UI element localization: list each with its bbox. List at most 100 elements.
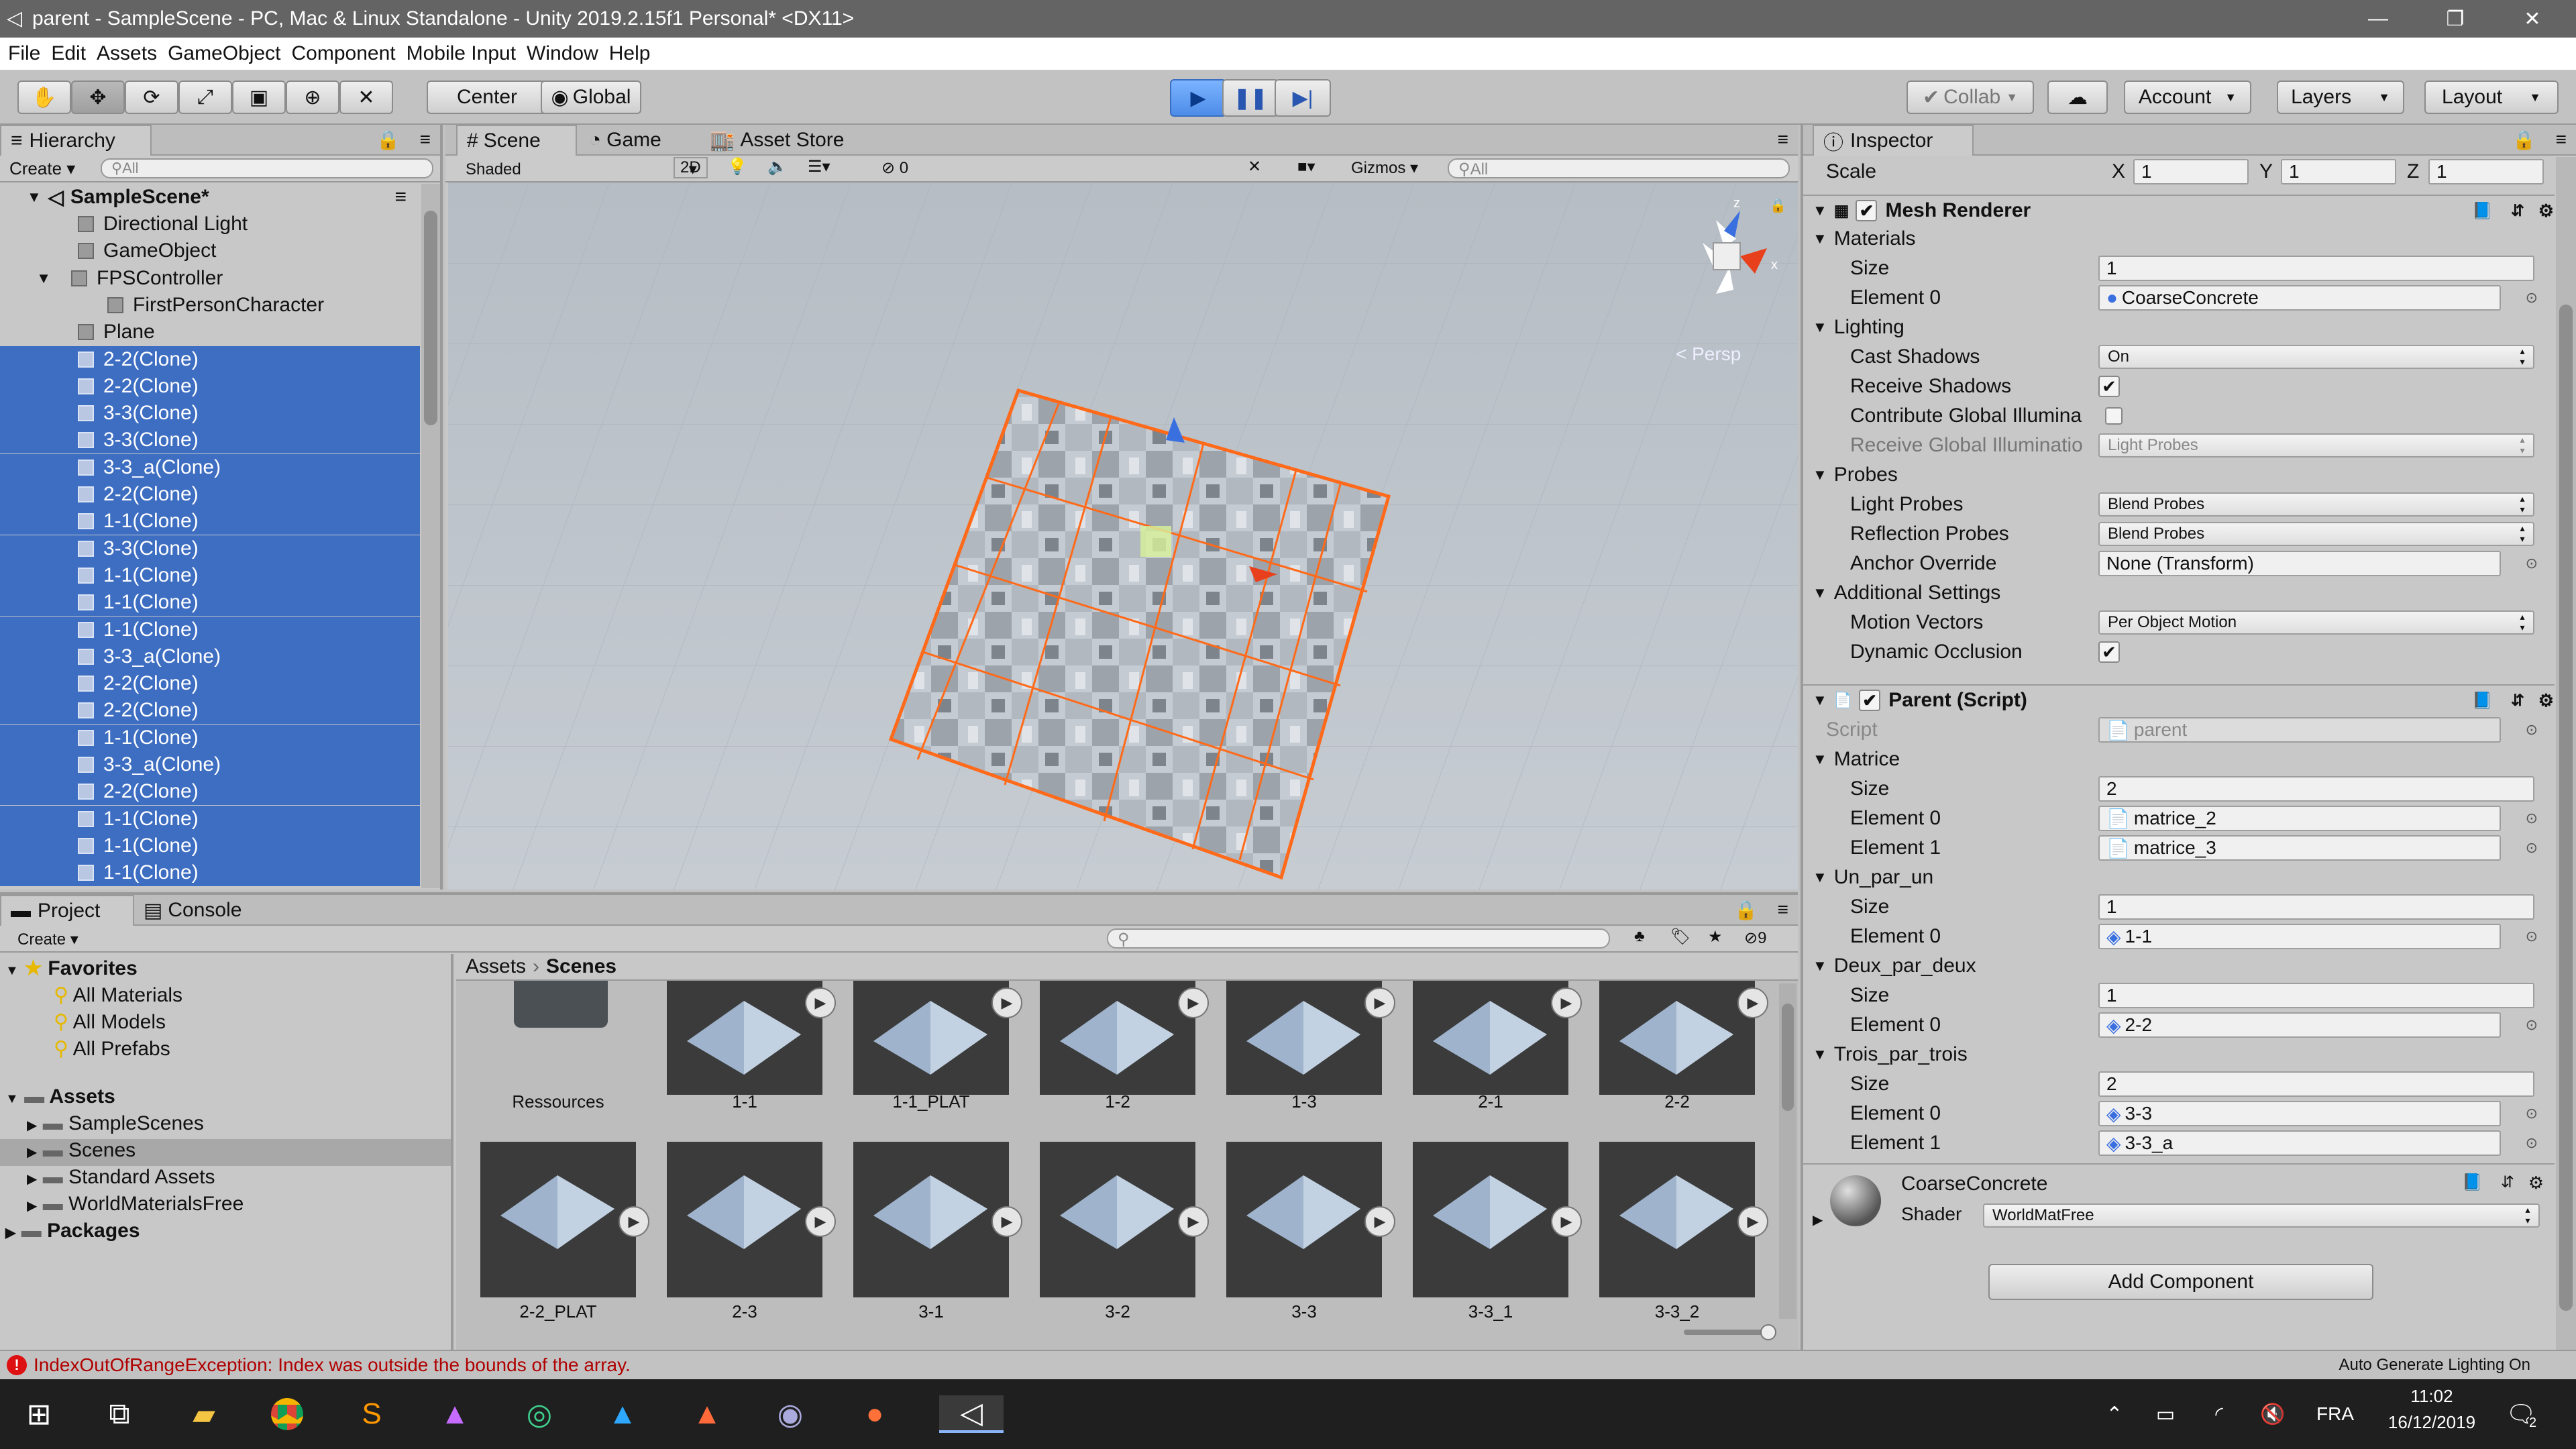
hierarchy-scrollbar[interactable] xyxy=(421,184,440,888)
lighting-foldout[interactable]: Lighting xyxy=(1834,316,1904,339)
favorites-row[interactable]: ▼ ★ Favorites xyxy=(5,957,138,980)
play-icon[interactable]: ▶ xyxy=(1551,1206,1582,1237)
matrice-element1-field[interactable]: 📄 matrice_3 xyxy=(2098,835,2501,861)
help-book-icon[interactable]: 📘 xyxy=(2472,201,2492,221)
project-create-dropdown[interactable]: Create ▾ xyxy=(17,930,78,949)
expand-arrow-icon[interactable]: ▼ xyxy=(27,189,42,206)
object-picker-icon[interactable]: ⊙ xyxy=(2526,928,2538,945)
play-icon[interactable]: ▶ xyxy=(1364,1206,1395,1237)
tab-inspector[interactable]: ⓘ Inspector xyxy=(1813,125,1974,156)
menu-edit[interactable]: Edit xyxy=(51,42,86,65)
language-indicator[interactable]: FRA xyxy=(2312,1395,2359,1433)
expand-arrow-icon[interactable]: ▼ xyxy=(0,270,58,287)
affinity-publisher-icon[interactable]: ▲ xyxy=(688,1395,726,1433)
status-bar[interactable]: ! IndexOutOfRangeException: Index was ou… xyxy=(0,1350,2576,1379)
object-picker-icon[interactable]: ⊙ xyxy=(2526,1016,2538,1034)
presets-icon[interactable]: ⇵ xyxy=(2511,691,2524,710)
menu-gameobject[interactable]: GameObject xyxy=(168,42,280,65)
error-message[interactable]: IndexOutOfRangeException: Index was outs… xyxy=(34,1354,631,1376)
breadcrumb-assets[interactable]: Assets xyxy=(466,955,526,978)
prefab-asset[interactable] xyxy=(1413,981,1568,1095)
collapse-arrow-icon[interactable]: ▼ xyxy=(1813,957,1827,975)
hierarchy-item[interactable]: 1-1(Clone) xyxy=(0,561,420,589)
hidden-objects-toggle[interactable]: ⊘ 0 xyxy=(881,158,908,178)
play-icon[interactable]: ▶ xyxy=(805,987,836,1018)
gear-icon[interactable]: ⚙ xyxy=(2538,690,2554,711)
chrome-icon[interactable] xyxy=(268,1395,306,1433)
gear-icon[interactable]: ⚙ xyxy=(2538,201,2554,221)
folder-standard-assets[interactable]: ▶ ▬ Standard Assets xyxy=(27,1166,215,1189)
scene-search-input[interactable]: ⚲All xyxy=(1448,158,1790,178)
project-search-input[interactable]: ⚲ xyxy=(1107,928,1610,949)
object-picker-icon[interactable]: ⊙ xyxy=(2526,839,2538,857)
object-picker-icon[interactable]: ⊙ xyxy=(2526,289,2538,307)
matrice-size-field[interactable]: 2 xyxy=(2098,776,2534,802)
prefab-asset[interactable] xyxy=(1599,981,1755,1095)
un-size-field[interactable]: 1 xyxy=(2098,894,2534,920)
rotate-tool-button[interactable]: ⟳ xyxy=(125,80,178,114)
lock-icon[interactable]: 🔒 xyxy=(1734,899,1758,921)
play-button[interactable]: ▶ xyxy=(1170,79,1226,117)
scene-menu-icon[interactable]: ≡ xyxy=(394,186,407,209)
hierarchy-item[interactable]: 3-3_a(Clone) xyxy=(0,643,420,670)
hierarchy-item[interactable]: ▼ FPSController xyxy=(0,265,420,292)
add-component-button[interactable]: Add Component xyxy=(1988,1264,2373,1300)
collapse-arrow-icon[interactable]: ▼ xyxy=(1813,751,1827,768)
tab-asset-store[interactable]: 🏬 Asset Store xyxy=(700,125,853,156)
affinity-designer-icon[interactable]: ▲ xyxy=(604,1395,641,1433)
menu-component[interactable]: Component xyxy=(291,42,395,65)
fav-all-materials[interactable]: ⚲ All Materials xyxy=(54,983,182,1007)
file-explorer-icon[interactable]: ▰ xyxy=(185,1395,223,1433)
prefab-asset[interactable] xyxy=(1226,981,1382,1095)
panel-menu-icon[interactable]: ≡ xyxy=(420,129,431,150)
hierarchy-item[interactable]: 2-2(Clone) xyxy=(0,345,420,373)
mesh-renderer-enabled-checkbox[interactable]: ✔ xyxy=(1856,200,1878,221)
volume-muted-icon[interactable]: 🔇 xyxy=(2254,1395,2292,1433)
hierarchy-item[interactable]: 2-2(Clone) xyxy=(0,697,420,724)
hierarchy-item[interactable]: 1-1(Clone) xyxy=(0,859,420,887)
trois-size-field[interactable]: 2 xyxy=(2098,1071,2534,1097)
packages-row[interactable]: ▶ ▬ Packages xyxy=(5,1220,140,1242)
play-icon[interactable]: ▶ xyxy=(1737,1206,1768,1237)
cinema4d-icon[interactable]: ◉ xyxy=(771,1395,809,1433)
play-icon[interactable]: ▶ xyxy=(805,1206,836,1237)
prefab-asset[interactable] xyxy=(667,1142,822,1297)
help-book-icon[interactable]: 📘 xyxy=(2462,1173,2482,1192)
anchor-override-field[interactable]: None (Transform) xyxy=(2098,551,2501,576)
windows-start-icon[interactable]: ⊞ xyxy=(20,1395,58,1433)
prefab-asset[interactable] xyxy=(1040,981,1195,1095)
tab-hierarchy[interactable]: ≡ Hierarchy xyxy=(0,125,152,156)
tray-arrow-icon[interactable]: ⌃ xyxy=(2096,1395,2133,1433)
hierarchy-item[interactable]: 1-1(Clone) xyxy=(0,589,420,616)
hierarchy-item[interactable]: 3-3(Clone) xyxy=(0,427,420,454)
close-button[interactable]: ✕ xyxy=(2496,0,2569,38)
firefox-icon[interactable]: ● xyxy=(856,1395,894,1433)
minimize-button[interactable]: — xyxy=(2341,0,2415,38)
deux-size-field[interactable]: 1 xyxy=(2098,983,2534,1008)
matrice-element0-field[interactable]: 📄 matrice_2 xyxy=(2098,806,2501,831)
tab-project[interactable]: ▬ Project xyxy=(0,895,134,926)
favorite-star-icon[interactable]: ★ xyxy=(1708,927,1723,947)
mesh-renderer-header[interactable]: ▼ ▦ ✔ Mesh Renderer 📘 ⇵ ⚙ xyxy=(1803,195,2555,225)
hidden-packages-toggle[interactable]: ⊘9 xyxy=(1744,928,1766,948)
hierarchy-item[interactable]: 3-3_a(Clone) xyxy=(0,751,420,778)
prefab-asset[interactable] xyxy=(853,981,1009,1095)
dynamic-occlusion-checkbox[interactable]: ✔ xyxy=(2098,641,2120,663)
move-tool-button[interactable]: ✥ xyxy=(71,80,125,114)
trois-par-trois-foldout[interactable]: Trois_par_trois xyxy=(1834,1043,1968,1066)
collapse-arrow-icon[interactable]: ▼ xyxy=(1813,869,1827,886)
transform-tool-button[interactable]: ⊕ xyxy=(286,80,339,114)
collapse-arrow-icon[interactable]: ▼ xyxy=(1813,1046,1827,1063)
hierarchy-item[interactable]: 1-1(Clone) xyxy=(0,805,420,833)
fav-all-prefabs[interactable]: ⚲ All Prefabs xyxy=(54,1037,170,1061)
affinity-photo-icon[interactable]: ▲ xyxy=(436,1395,474,1433)
icon-size-slider[interactable] xyxy=(1684,1324,1776,1340)
menu-assets[interactable]: Assets xyxy=(97,42,157,65)
play-icon[interactable]: ▶ xyxy=(1737,987,1768,1018)
tools-icon[interactable]: ✕ xyxy=(1248,157,1261,176)
tab-console[interactable]: ▤ Console xyxy=(134,895,251,926)
task-view-icon[interactable]: ⧉ xyxy=(101,1395,138,1433)
collapse-arrow-icon[interactable]: ▼ xyxy=(1813,202,1827,219)
hierarchy-item[interactable]: FirstPersonCharacter xyxy=(0,292,420,319)
folder-samplescenes[interactable]: ▶ ▬ SampleScenes xyxy=(27,1112,204,1135)
